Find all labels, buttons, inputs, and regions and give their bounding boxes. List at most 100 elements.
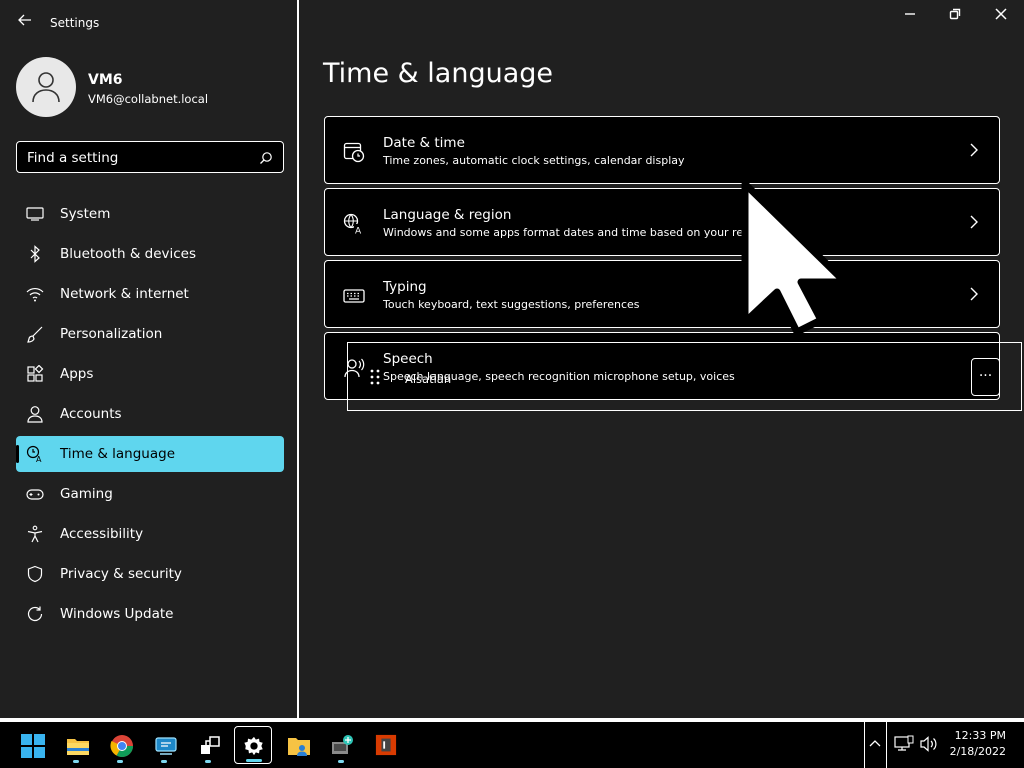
sidebar-item-privacy[interactable]: Privacy & security	[16, 556, 284, 592]
running-indicator	[161, 760, 167, 763]
settings-icon	[244, 736, 263, 756]
search-input[interactable]: Find a setting	[16, 141, 284, 173]
settings-window: Settings VM6 VM6@collabnet.local Find a …	[0, 0, 1024, 720]
monitor-icon	[26, 207, 44, 221]
card-title: Typing	[383, 279, 427, 295]
taskbar-network-share[interactable]	[323, 726, 361, 764]
card-subtitle: Time zones, automatic clock settings, ca…	[383, 154, 685, 167]
chevron-right-icon	[970, 287, 978, 301]
search-icon[interactable]	[259, 150, 273, 169]
time-language-icon: A	[26, 445, 42, 463]
taskbar-settings[interactable]	[234, 726, 272, 764]
main-content: Time & language Date & time Time zones, …	[299, 0, 1024, 720]
accessibility-icon	[27, 525, 43, 543]
app-title: Settings	[50, 16, 100, 30]
card-subtitle: Touch keyboard, text suggestions, prefer…	[383, 298, 640, 311]
sidebar-item-gaming[interactable]: Gaming	[16, 476, 284, 512]
sidebar-item-network[interactable]: Network & internet	[16, 276, 284, 312]
close-icon[interactable]	[990, 6, 1012, 26]
running-indicator	[73, 760, 79, 763]
running-indicator	[205, 760, 211, 763]
card-language-region[interactable]: A Language & region Windows and some app…	[324, 188, 1000, 256]
chevron-right-icon	[970, 143, 978, 157]
sidebar-item-label: Gaming	[60, 486, 113, 502]
sidebar-item-label: Bluetooth & devices	[60, 246, 197, 262]
svg-text:A: A	[36, 455, 42, 463]
restore-icon[interactable]	[944, 6, 966, 26]
clock-time[interactable]: 12:33 PM	[948, 729, 1006, 742]
taskbar-remote-app[interactable]	[146, 726, 184, 764]
sidebar-item-label: Accessibility	[60, 526, 144, 542]
sidebar-item-label: Personalization	[60, 326, 163, 342]
start-icon	[21, 734, 45, 758]
minimize-icon[interactable]	[899, 6, 921, 26]
taskbar-network-tool[interactable]	[190, 726, 228, 764]
brush-icon	[27, 326, 43, 343]
drag-handle-icon[interactable]	[370, 369, 380, 385]
svg-text:A: A	[355, 227, 362, 236]
user-name: VM6	[88, 72, 123, 88]
gamepad-icon	[26, 489, 44, 500]
running-indicator	[117, 760, 123, 763]
taskbar-office[interactable]	[367, 726, 405, 764]
sidebar-item-label: Privacy & security	[60, 566, 182, 582]
user-email: VM6@collabnet.local	[88, 92, 209, 106]
language-icon: A	[343, 213, 364, 236]
tray-divider	[886, 722, 887, 768]
sidebar-item-time-language[interactable]: A Time & language	[16, 436, 284, 472]
clock-calendar-icon	[343, 142, 365, 163]
chevron-right-icon	[970, 215, 978, 229]
person-icon	[32, 72, 60, 103]
network-share-icon	[332, 735, 353, 754]
network-tool-icon	[201, 736, 220, 754]
card-subtitle: Windows and some apps format dates and t…	[383, 226, 751, 239]
chrome-icon	[110, 735, 133, 757]
clock-date[interactable]: 2/18/2022	[948, 745, 1006, 758]
card-date-time[interactable]: Date & time Time zones, automatic clock …	[324, 116, 1000, 184]
sidebar-item-label: Network & internet	[60, 286, 189, 302]
office-icon	[375, 734, 397, 756]
taskbar-folder-user[interactable]	[279, 726, 317, 764]
running-indicator	[246, 759, 262, 762]
apps-icon	[27, 365, 44, 382]
update-icon	[27, 606, 43, 622]
sidebar-item-system[interactable]: System	[16, 196, 284, 232]
sidebar-nav: System Bluetooth & devices Network & int…	[16, 196, 284, 636]
remote-app-icon	[155, 737, 177, 755]
taskbar: 12:33 PM 2/18/2022	[0, 722, 1024, 768]
sidebar-item-accessibility[interactable]: Accessibility	[16, 516, 284, 552]
sidebar-item-label: Time & language	[60, 446, 176, 462]
drag-ghost-label: Alsatian	[405, 372, 452, 386]
sidebar-item-bluetooth[interactable]: Bluetooth & devices	[16, 236, 284, 272]
sidebar-item-apps[interactable]: Apps	[16, 356, 284, 392]
sidebar-item-label: Apps	[60, 366, 94, 382]
sidebar-item-accounts[interactable]: Accounts	[16, 396, 284, 432]
sidebar-item-personalization[interactable]: Personalization	[16, 316, 284, 352]
sidebar-item-label: System	[60, 206, 111, 222]
chevron-up-icon[interactable]	[868, 736, 882, 750]
folder-user-icon	[288, 738, 310, 756]
search-placeholder: Find a setting	[27, 150, 119, 166]
avatar[interactable]	[16, 57, 76, 117]
volume-icon[interactable]	[919, 735, 939, 753]
tray-divider	[864, 722, 865, 768]
person-icon	[27, 406, 43, 423]
keyboard-icon	[343, 289, 365, 303]
taskbar-start[interactable]	[13, 726, 51, 764]
taskbar-chrome[interactable]	[102, 726, 140, 764]
back-arrow-icon[interactable]	[14, 12, 36, 34]
taskbar-file-explorer[interactable]	[58, 726, 96, 764]
sidebar-item-label: Windows Update	[60, 606, 174, 622]
card-typing[interactable]: Typing Touch keyboard, text suggestions,…	[324, 260, 1000, 328]
sidebar-item-label: Accounts	[60, 406, 122, 422]
mouse-cursor-icon	[741, 180, 849, 336]
card-title: Language & region	[383, 207, 512, 223]
bluetooth-icon	[30, 245, 40, 263]
more-options-button[interactable]: ···	[971, 358, 1000, 396]
sidebar: Settings VM6 VM6@collabnet.local Find a …	[0, 0, 298, 720]
sidebar-item-windows-update[interactable]: Windows Update	[16, 596, 284, 632]
page-title: Time & language	[323, 58, 554, 89]
drag-ghost-item[interactable]: Alsatian ···	[347, 342, 1022, 411]
wifi-icon	[26, 288, 44, 302]
network-status-icon[interactable]	[894, 735, 914, 753]
